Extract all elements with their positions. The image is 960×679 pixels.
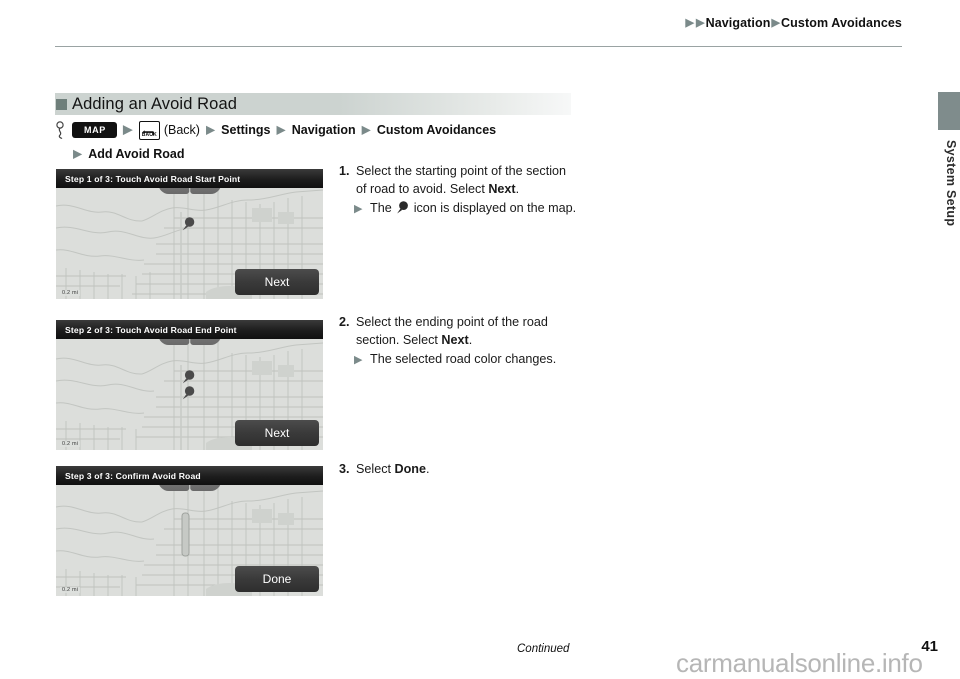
map-button[interactable]: MAP (72, 122, 117, 138)
screenshot-step-2: Step 2 of 3: Touch Avoid Road End Point … (56, 320, 323, 450)
map-scale-1: 0.2 mi (60, 290, 81, 296)
path-arrow-icon: ▶ (73, 146, 83, 161)
hand-pointer-icon (55, 121, 65, 139)
breadcrumb-arrow-icon: ▶ (685, 17, 695, 29)
path-item-custom-avoidances[interactable]: Custom Avoidances (377, 120, 496, 140)
page-number: 41 (921, 638, 938, 655)
step-3-text: Select (356, 462, 395, 476)
step-1-text-after: . (515, 181, 520, 196)
breadcrumb: ▶ ▶Navigation▶Custom Avoidances (684, 16, 902, 30)
path-item-add-avoid-road[interactable]: Add Avoid Road (88, 144, 184, 164)
back-arrow-icon (142, 123, 155, 136)
map-scale-2: 0.2 mi (60, 441, 81, 447)
breadcrumb-item-custom-avoidances: Custom Avoidances (781, 16, 902, 30)
step-3-number: 3. (339, 462, 350, 476)
path-arrow-icon: ▶ (122, 121, 133, 137)
path-item-navigation[interactable]: Navigation (292, 120, 356, 140)
header-divider (55, 46, 902, 47)
square-bullet-icon (56, 98, 67, 110)
screenshot-2-title: Step 2 of 3: Touch Avoid Road End Point (56, 320, 323, 339)
map-scale-3: 0.2 mi (60, 587, 81, 593)
section-tab-marker (938, 92, 960, 130)
path-arrow-icon: ▶ (276, 122, 286, 137)
back-button[interactable]: BACK (138, 120, 160, 140)
step-3-text-after: . (426, 462, 430, 476)
breadcrumb-item-navigation: Navigation (705, 16, 771, 30)
substep-arrow-icon: ▶ (354, 354, 363, 366)
step-1-substep: ▶ The icon is displayed on the map. (339, 200, 579, 218)
breadcrumb-arrow-icon: ▶ (771, 17, 781, 29)
path-arrow-icon: ▶ (361, 122, 371, 137)
map-pin-icon (182, 217, 195, 231)
back-text-label: (Back) (163, 123, 200, 137)
map-pin-icon (182, 386, 195, 400)
step-1-number: 1. (339, 164, 350, 178)
screenshot-1-title: Step 1 of 3: Touch Avoid Road Start Poin… (56, 169, 323, 188)
step-item-3: 3. Select Done. (339, 461, 579, 479)
map-pin-icon (396, 201, 409, 214)
path-item-settings[interactable]: Settings (221, 120, 270, 140)
section-label-system-setup: System Setup (944, 140, 958, 227)
step-1-bold-next: Next (488, 181, 516, 196)
watermark: carmanualsonline.info (676, 648, 923, 678)
screenshot-step-1: Step 1 of 3: Touch Avoid Road Start Poin… (56, 169, 323, 299)
step-1-text: Select the starting point of the section… (356, 164, 567, 196)
screenshot-3-title: Step 3 of 3: Confirm Avoid Road (56, 466, 323, 485)
step-2-substep: ▶ The selected road color changes. (339, 351, 579, 369)
screenshot-step-3: Step 3 of 3: Confirm Avoid Road − + Done… (56, 466, 323, 596)
next-button-2[interactable]: Next (235, 420, 319, 446)
step-2-sub-text: The selected road color changes. (370, 352, 557, 366)
footer-continued: Continued (517, 643, 570, 655)
path-arrow-icon: ▶ (205, 122, 216, 137)
substep-arrow-icon: ▶ (354, 203, 363, 215)
map-pin-icon (182, 370, 195, 384)
step-2-bold-next: Next (441, 332, 469, 347)
step-item-2: 2. Select the ending point of the road s… (339, 314, 579, 369)
done-button[interactable]: Done (235, 566, 319, 592)
navigation-path-row-1: MAP ▶ BACK (Back) ▶ Settings ▶ Navigatio… (55, 120, 615, 140)
breadcrumb-arrow-icon: ▶ (696, 17, 705, 29)
section-heading-text: Adding an Avoid Road (72, 94, 237, 113)
next-button-1[interactable]: Next (235, 269, 319, 295)
step-2-number: 2. (339, 315, 350, 329)
back-button-label: BACK (141, 132, 157, 138)
step-3-bold-done: Done (394, 462, 426, 476)
page-header: ▶ ▶Navigation▶Custom Avoidances (55, 16, 938, 48)
navigation-path: MAP ▶ BACK (Back) ▶ Settings ▶ Navigatio… (55, 120, 615, 164)
step-2-text-after: . (468, 332, 473, 347)
step-item-1: 1. Select the starting point of the sect… (339, 163, 579, 218)
step-1-sub-after: icon is displayed on the map. (410, 201, 577, 215)
step-1-sub-before: The (370, 201, 396, 215)
section-heading: Adding an Avoid Road (55, 93, 571, 115)
navigation-path-row-2: ▶ Add Avoid Road (55, 144, 615, 164)
